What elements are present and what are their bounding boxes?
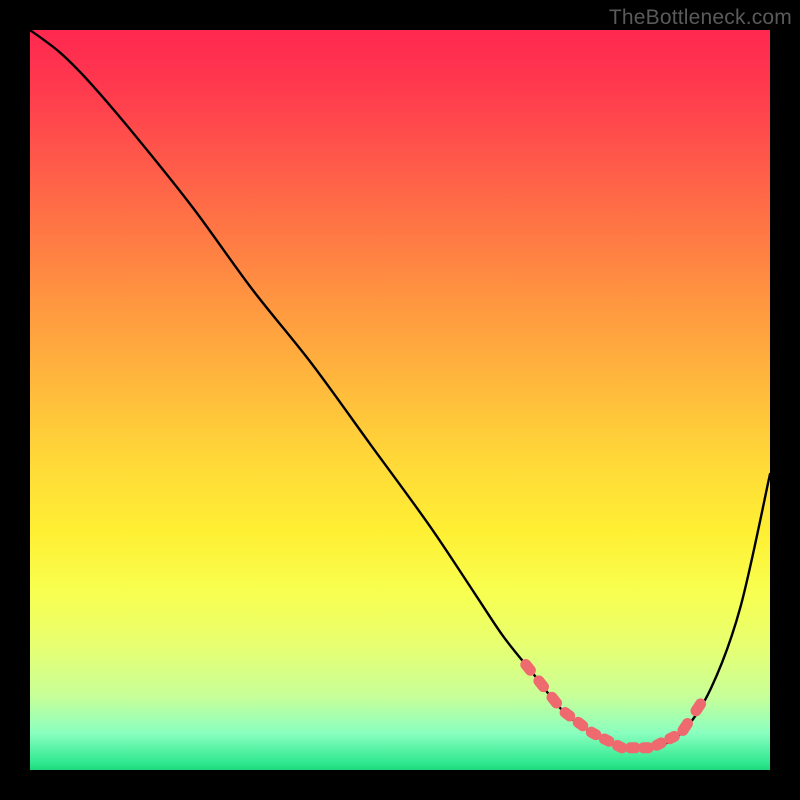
optimal-zone-dash [539, 681, 544, 687]
optimal-zone-dash [578, 722, 583, 725]
optimal-zone-dash [670, 736, 675, 738]
optimal-zone-dash [657, 743, 662, 745]
optimal-zone-dash [565, 713, 570, 716]
optimal-zone-dash [696, 704, 701, 711]
optimal-zone-dash [552, 697, 557, 703]
optimal-zone-dash [683, 724, 688, 731]
chart-frame: TheBottleneck.com [0, 0, 800, 800]
watermark-text: TheBottleneck.com [609, 6, 792, 30]
plot-area [30, 30, 770, 770]
bottleneck-curve-line [30, 30, 770, 750]
curve-svg [30, 30, 770, 770]
optimal-zone-dash [617, 746, 622, 748]
optimal-zone-dash [591, 732, 596, 735]
optimal-zone-marker [526, 665, 701, 748]
optimal-zone-dash [604, 739, 609, 741]
optimal-zone-dash [526, 665, 531, 671]
